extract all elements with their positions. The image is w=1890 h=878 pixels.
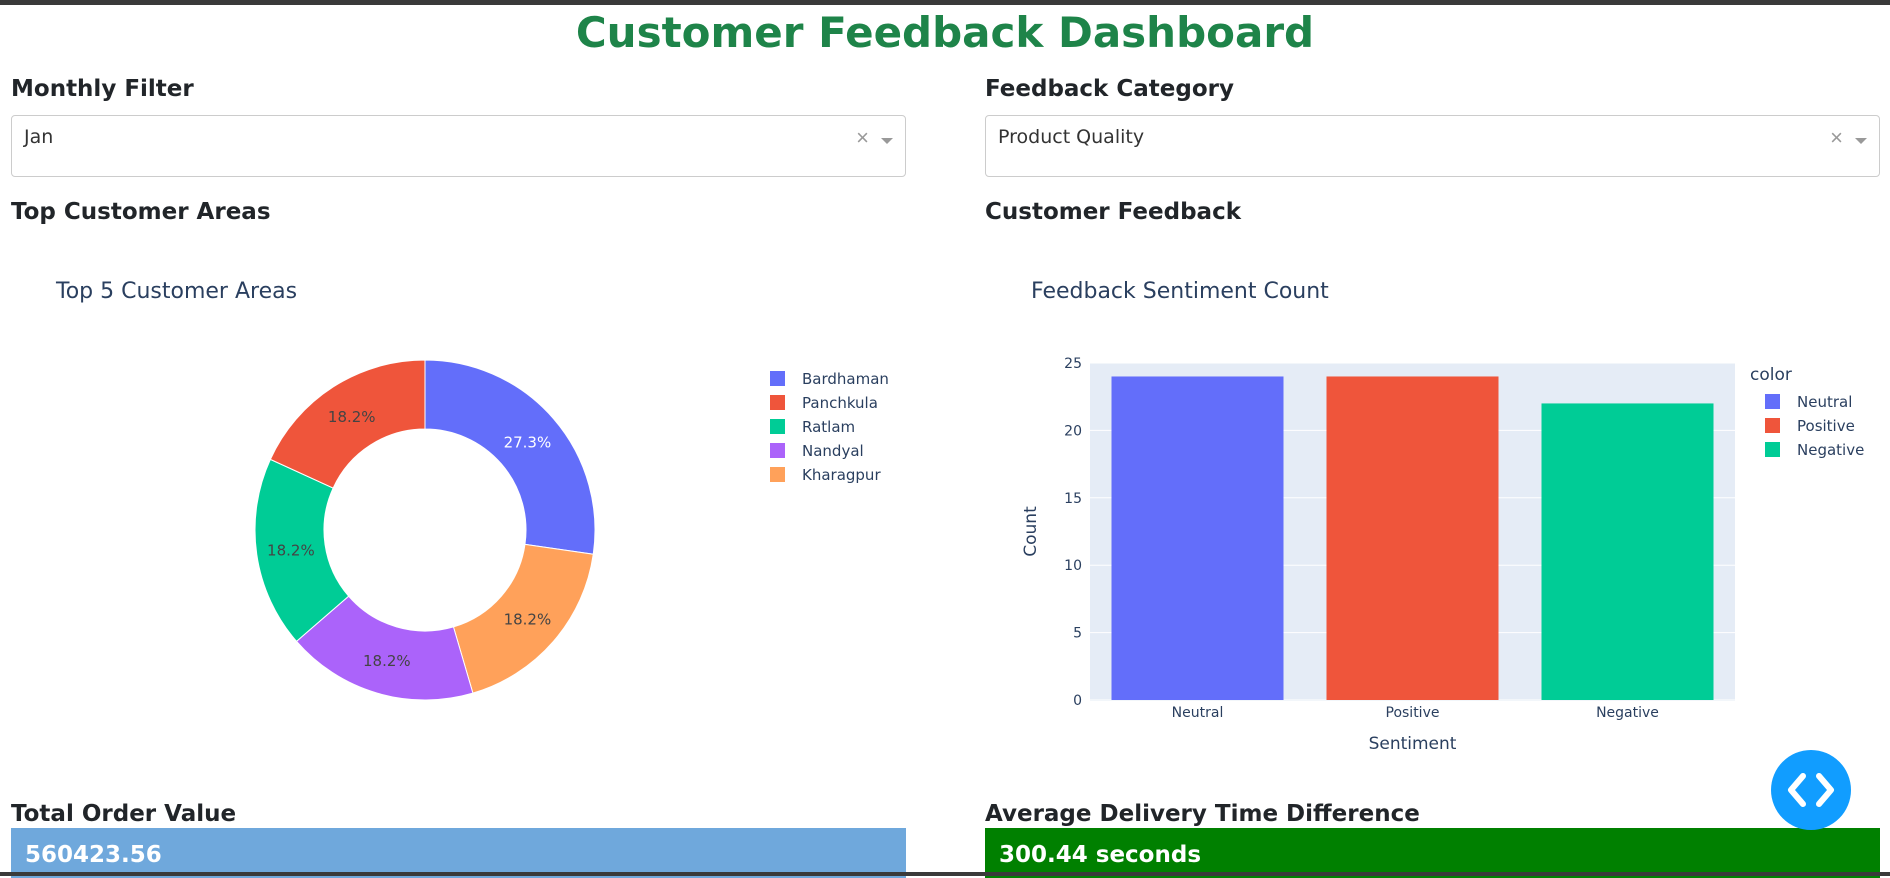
- legend-swatch[interactable]: [770, 443, 785, 458]
- chevron-down-icon[interactable]: [881, 138, 893, 144]
- legend-swatch[interactable]: [1765, 394, 1780, 409]
- legend-title: color: [1750, 365, 1792, 385]
- y-tick-label: 5: [1073, 626, 1082, 642]
- clear-icon[interactable]: ×: [1830, 125, 1843, 151]
- clear-icon[interactable]: ×: [856, 125, 869, 151]
- y-tick-label: 0: [1073, 693, 1082, 709]
- legend-swatch[interactable]: [770, 419, 785, 434]
- pie-slice-label: 18.2%: [267, 541, 315, 559]
- legend-item-positive[interactable]: Positive: [1797, 417, 1855, 435]
- pie-slice-label: 18.2%: [504, 611, 552, 629]
- customer-feedback-heading: Customer Feedback: [985, 199, 1242, 225]
- page-title: Customer Feedback Dashboard: [575, 8, 1315, 57]
- legend-item-nandyal[interactable]: Nandyal: [802, 442, 864, 460]
- pie-slice-label: 18.2%: [363, 652, 411, 670]
- pie-slice-label: 27.3%: [504, 433, 552, 451]
- legend-swatch[interactable]: [1765, 418, 1780, 433]
- legend-item-kharagpur[interactable]: Kharagpur: [802, 466, 881, 484]
- legend-item-ratlam[interactable]: Ratlam: [802, 418, 855, 436]
- pie-slice-bardhaman: [424, 359, 596, 555]
- pie-slice-label: 18.2%: [328, 408, 376, 426]
- x-tick-label: Negative: [1596, 705, 1659, 721]
- bottom-border: [0, 872, 1890, 876]
- legend-item-bardhaman[interactable]: Bardhaman: [802, 370, 889, 388]
- avg-delivery-time-card: 300.44 seconds: [985, 828, 1880, 878]
- legend-swatch[interactable]: [770, 371, 785, 386]
- donut-chart: 27.3% 18.2% 18.2% 18.2% 18.2% Bardhaman Panchk…: [254, 359, 889, 701]
- total-order-value-card: 560423.56: [11, 828, 906, 878]
- y-tick-label: 15: [1064, 491, 1082, 507]
- legend-item-neutral[interactable]: Neutral: [1797, 393, 1852, 411]
- feedback-category-dropdown[interactable]: Product Quality ×: [985, 115, 1880, 177]
- monthly-filter-value: Jan: [24, 126, 54, 148]
- code-icon: [1788, 773, 1834, 807]
- bar-chart-title: Feedback Sentiment Count: [1031, 279, 1329, 304]
- bar-chart: 0 5 10 15 20 25 Neutral Positive Negative Sentime…: [1021, 356, 1864, 754]
- legend-item-panchkula[interactable]: Panchkula: [802, 394, 878, 412]
- avg-delivery-time-label: Average Delivery Time Difference: [985, 801, 1420, 827]
- y-axis-label: Count: [1021, 506, 1041, 557]
- bar-positive[interactable]: [1326, 376, 1499, 700]
- pie-chart-title: Top 5 Customer Areas: [56, 279, 298, 304]
- chevron-down-icon[interactable]: [1855, 138, 1867, 144]
- x-tick-label: Positive: [1386, 705, 1440, 721]
- y-tick-label: 10: [1064, 558, 1082, 574]
- avg-delivery-time-value: 300.44 seconds: [999, 842, 1202, 868]
- x-tick-label: Neutral: [1172, 705, 1224, 721]
- legend-item-negative[interactable]: Negative: [1797, 441, 1864, 459]
- feedback-category-label: Feedback Category: [985, 76, 1234, 102]
- feedback-category-value: Product Quality: [998, 126, 1145, 148]
- y-tick-label: 25: [1064, 356, 1082, 372]
- y-tick-label: 20: [1064, 423, 1082, 439]
- total-order-value-label: Total Order Value: [11, 801, 237, 827]
- total-order-value: 560423.56: [25, 842, 162, 868]
- bar-negative[interactable]: [1541, 403, 1714, 700]
- code-toggle-button[interactable]: [1771, 750, 1851, 830]
- monthly-filter-dropdown[interactable]: Jan ×: [11, 115, 906, 177]
- legend-swatch[interactable]: [1765, 442, 1780, 457]
- legend-swatch[interactable]: [770, 467, 785, 482]
- legend-swatch[interactable]: [770, 395, 785, 410]
- top-customer-areas-heading: Top Customer Areas: [11, 199, 271, 225]
- bar-neutral[interactable]: [1111, 376, 1284, 700]
- monthly-filter-label: Monthly Filter: [11, 76, 194, 102]
- x-axis-label: Sentiment: [1369, 734, 1457, 754]
- top-border: [0, 0, 1890, 5]
